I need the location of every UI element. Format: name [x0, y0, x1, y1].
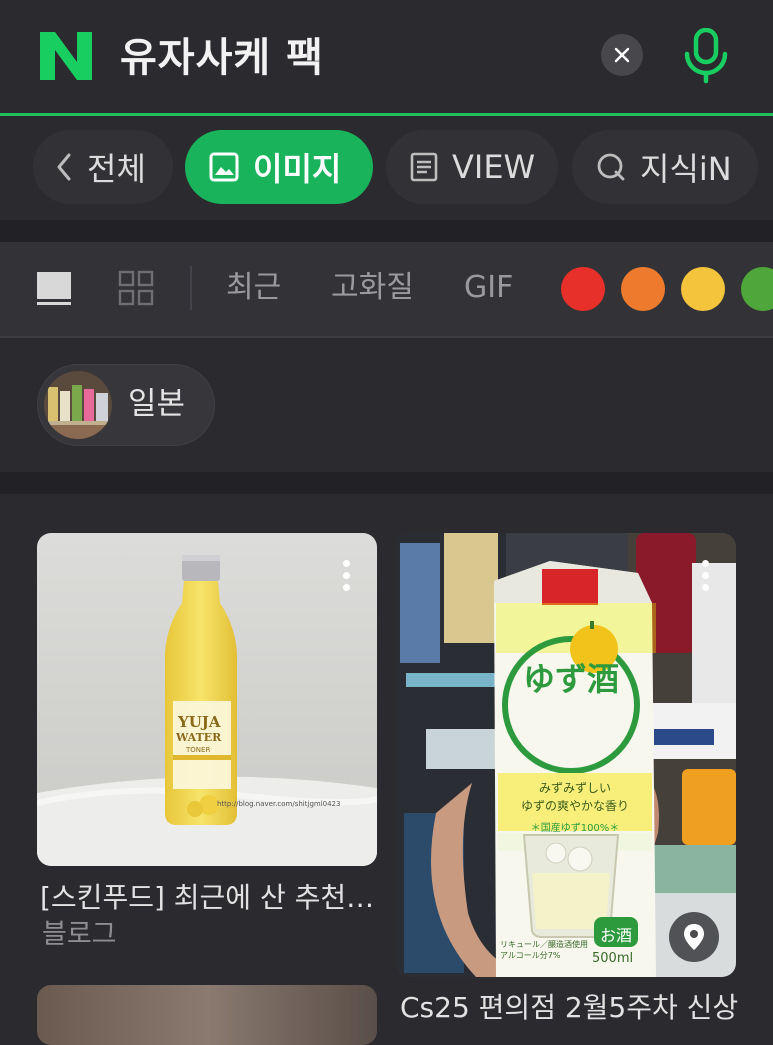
result-image-yuja-toner[interactable]: YUJA WATER TONER http://blog.naver.com/s… [37, 533, 377, 866]
image-icon [209, 152, 239, 182]
pack-tagline-1: みずみずしい [538, 781, 611, 795]
bottle-label-line3: TONER [186, 746, 211, 754]
result-title[interactable]: Cs25 편의점 2월5주차 신상 [400, 990, 738, 1026]
result-source: 블로그 [42, 919, 117, 950]
single-view-icon[interactable] [36, 270, 72, 306]
tab-all-label: 전체 [87, 150, 146, 188]
pack-logo-text: ゆず酒 [522, 660, 619, 698]
bottle-label-line2: WATER [176, 731, 222, 744]
color-filter-red[interactable] [561, 267, 605, 311]
tab-all[interactable]: 전체 [33, 130, 173, 204]
tab-images[interactable]: 이미지 [185, 130, 373, 204]
tab-knowledge[interactable]: 지식iN [572, 130, 758, 204]
image-watermark: http://blog.naver.com/shitjgml0423 [217, 800, 341, 808]
tab-images-label: 이미지 [253, 150, 342, 188]
tab-knowledge-label: 지식iN [640, 150, 732, 188]
search-header: 유자사케 팩 [0, 0, 773, 114]
chip-label: 일본 [128, 386, 186, 422]
chevron-left-icon [57, 153, 71, 181]
document-icon [410, 152, 438, 182]
clear-search-button[interactable] [601, 34, 643, 76]
pack-fine-print: リキュール／醸造酒使用 アルコール分7% [500, 940, 588, 960]
q-icon [597, 153, 625, 181]
result-image-partial[interactable] [37, 985, 377, 1045]
tab-view[interactable]: VIEW [386, 130, 558, 204]
more-options-icon[interactable] [702, 560, 710, 596]
grid-view-icon[interactable] [118, 270, 154, 306]
naver-logo[interactable] [40, 32, 92, 80]
result-image-yuzu-sake[interactable]: ゆず酒 みずみずしい ゆずの爽やかな香り ＊国産ゆず100%＊ お酒 リキュール… [396, 533, 736, 977]
filter-separator [190, 266, 192, 310]
result-title[interactable]: [스킨푸드] 최근에 산 추천… [40, 880, 374, 916]
color-filter-yellow[interactable] [681, 267, 725, 311]
search-query[interactable]: 유자사케 팩 [120, 30, 324, 86]
filter-recent[interactable]: 최근 [226, 268, 281, 308]
close-icon [614, 47, 630, 63]
bottle-label-line1: YUJA [178, 713, 221, 731]
filter-gif[interactable]: GIF [464, 268, 513, 308]
location-pin-icon[interactable] [682, 923, 706, 951]
related-chip-japan[interactable]: 일본 [37, 364, 215, 446]
color-filter-orange[interactable] [621, 267, 665, 311]
filter-high-quality[interactable]: 고화질 [331, 268, 414, 308]
pack-sake-badge: お酒 [599, 926, 632, 945]
more-options-icon[interactable] [343, 560, 351, 596]
chip-thumbnail [44, 371, 112, 439]
tab-view-label: VIEW [452, 148, 536, 186]
section-gap [0, 220, 773, 242]
pack-volume: 500ml [592, 951, 634, 966]
microphone-icon[interactable] [682, 28, 730, 84]
pack-tagline-2: ゆずの爽やかな香り [520, 799, 629, 813]
pack-badge: ＊国産ゆず100%＊ [530, 823, 620, 834]
section-gap [0, 472, 773, 494]
